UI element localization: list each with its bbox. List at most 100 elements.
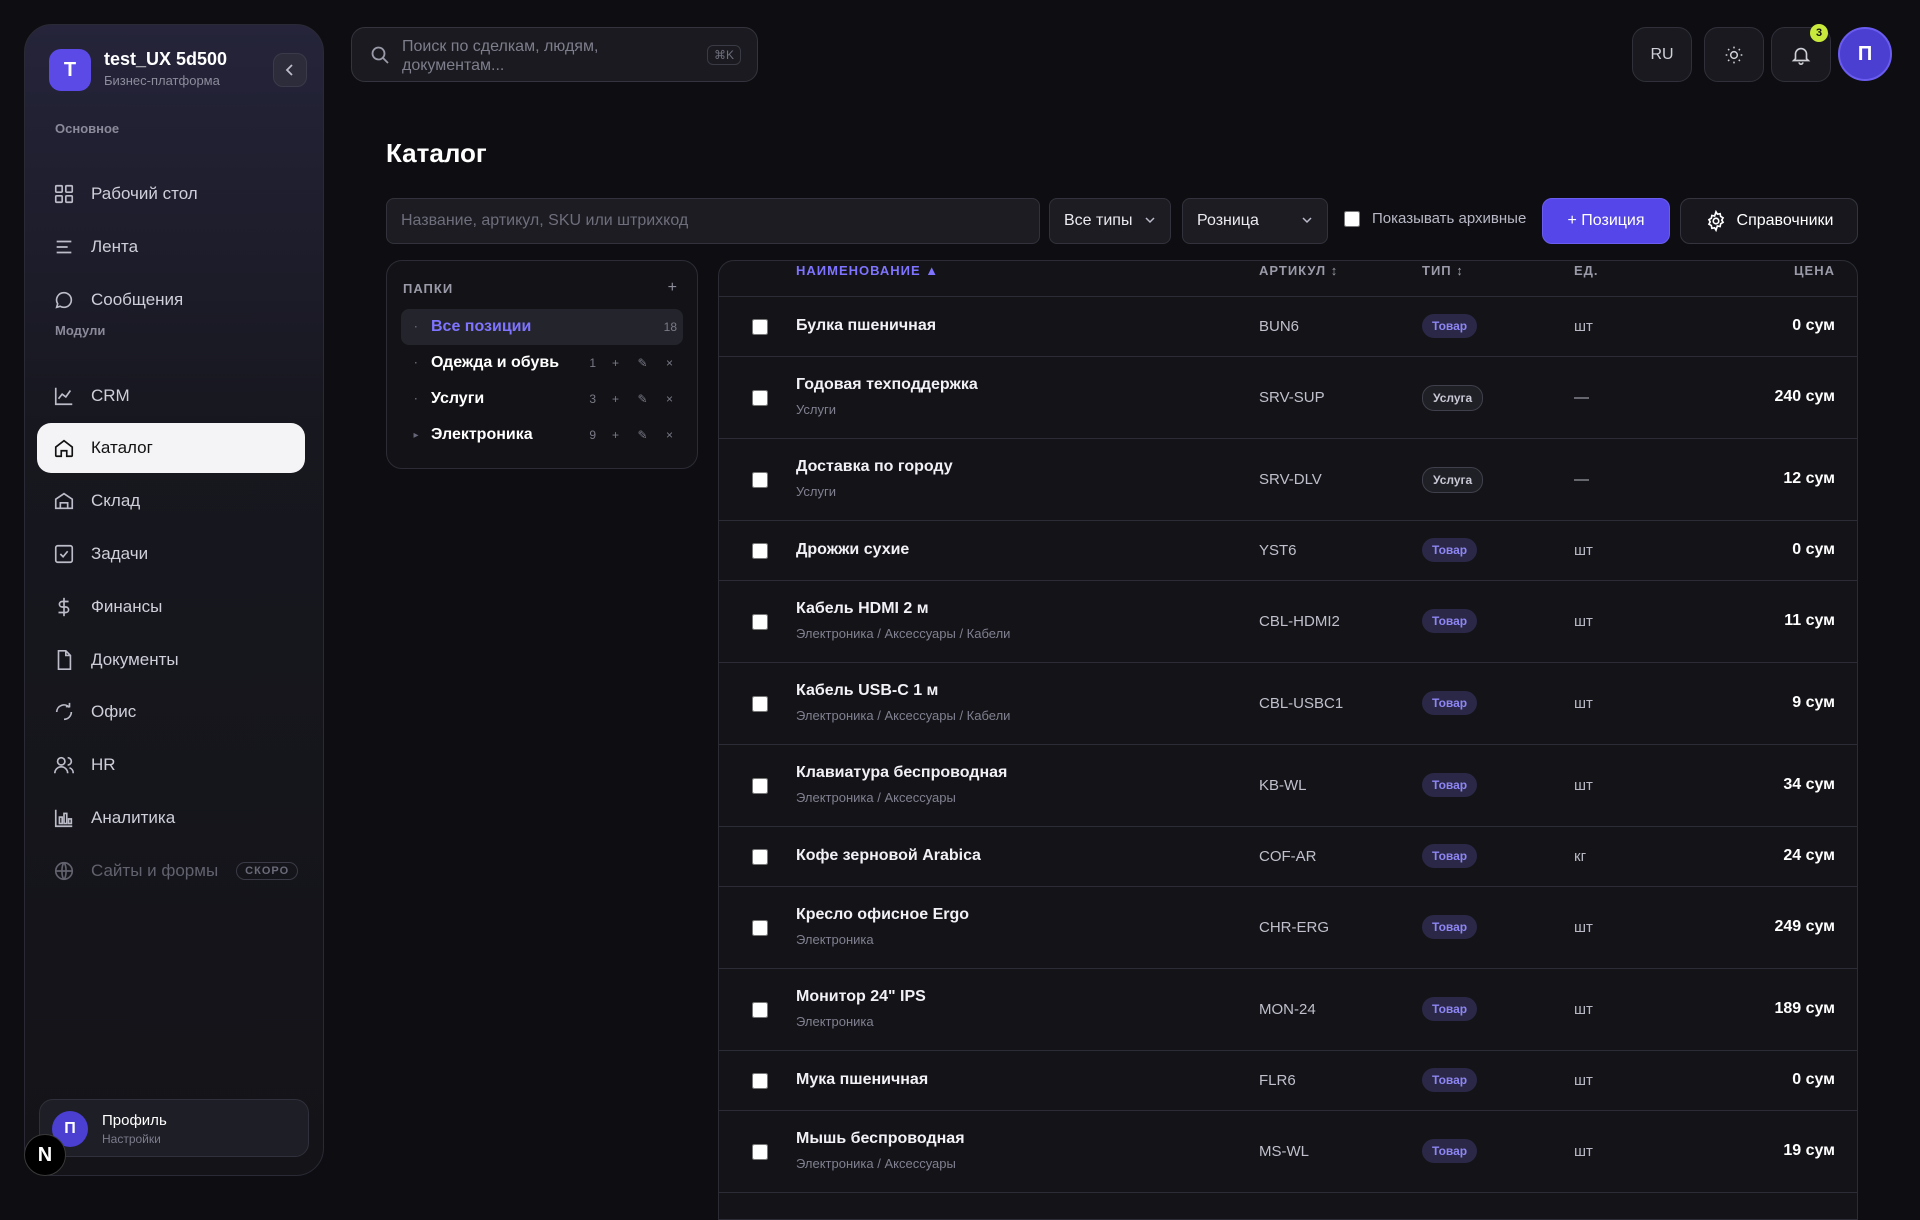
table-row[interactable]: Кабель USB-C 1 м Электроника / Аксессуары… — [719, 663, 1857, 745]
dev-tools-badge[interactable]: N — [24, 1134, 66, 1176]
item-name[interactable]: Мука пшеничная — [796, 1071, 928, 1089]
type-filter-select[interactable]: Все типы — [1049, 198, 1171, 244]
sidebar-item-finance[interactable]: Финансы — [37, 582, 305, 632]
user-avatar[interactable]: П — [1838, 27, 1892, 81]
row-checkbox[interactable] — [752, 1002, 768, 1018]
table-row[interactable]: Кресло офисное Ergo Электроника CHR-ERG Тов… — [719, 887, 1857, 969]
catalog-search-input[interactable] — [386, 198, 1040, 244]
home-icon — [54, 439, 74, 458]
item-type-badge: Товар — [1422, 1068, 1478, 1092]
edit-folder-button[interactable]: ✎ — [629, 428, 656, 442]
item-name[interactable]: Кабель HDMI 2 м — [796, 600, 929, 618]
add-subfolder-button[interactable]: + — [602, 428, 629, 442]
table-row[interactable]: Годовая техподдержка Услуги SRV-SUP Услуга —… — [719, 357, 1857, 439]
theme-toggle-button[interactable] — [1704, 27, 1764, 82]
price-type-select[interactable]: Розница — [1182, 198, 1328, 244]
row-checkbox[interactable] — [752, 920, 768, 936]
table-row[interactable]: Мышь беспроводная Электроника / Аксессуар… — [719, 1111, 1857, 1193]
add-folder-button[interactable]: + — [668, 279, 677, 297]
item-type-badge: Услуга — [1422, 385, 1484, 411]
folder-item-electronics[interactable]: ▸ Электроника 9 + ✎ × — [401, 417, 683, 453]
table-row[interactable]: Мука пшеничная FLR6 Товар шт 0 сум — [719, 1051, 1857, 1111]
folder-item-all[interactable]: · Все позиции 18 — [401, 309, 683, 345]
table-row[interactable]: Кабель HDMI 2 м Электроника / Аксессуары … — [719, 581, 1857, 663]
sidebar-item-label: Лента — [91, 237, 139, 256]
references-button[interactable]: Справочники — [1680, 198, 1858, 244]
add-item-button[interactable]: + Позиция — [1542, 198, 1670, 244]
delete-folder-button[interactable]: × — [656, 356, 683, 370]
table-row[interactable]: Клавиатура беспроводная Электроника / Акс… — [719, 745, 1857, 827]
delete-folder-button[interactable]: × — [656, 392, 683, 406]
sidebar-item-documents[interactable]: Документы — [37, 635, 305, 685]
sidebar-item-feed[interactable]: Лента — [37, 222, 305, 272]
add-subfolder-button[interactable]: + — [602, 392, 629, 406]
sidebar-item-crm[interactable]: CRM — [37, 371, 305, 421]
globe-icon — [54, 861, 74, 881]
item-name[interactable]: Кресло офисное Ergo — [796, 906, 969, 924]
folder-item-services[interactable]: · Услуги 3 + ✎ × — [401, 381, 683, 417]
sidebar-item-hr[interactable]: HR — [37, 740, 305, 790]
table-row[interactable]: Дрожжи сухие YST6 Товар шт 0 сум — [719, 521, 1857, 581]
row-checkbox[interactable] — [752, 319, 768, 335]
item-sku: FLR6 — [1259, 1072, 1296, 1089]
item-name[interactable]: Доставка по городу — [796, 458, 953, 476]
sidebar-item-tasks[interactable]: Задачи — [37, 529, 305, 579]
show-archived-checkbox[interactable] — [1344, 210, 1360, 227]
edit-folder-button[interactable]: ✎ — [629, 392, 656, 406]
row-checkbox[interactable] — [752, 778, 768, 794]
workspace-name: test_UX 5d500 — [104, 49, 228, 69]
item-name[interactable]: Булка пшеничная — [796, 317, 936, 335]
row-checkbox[interactable] — [752, 543, 768, 559]
item-name[interactable]: Кабель USB-C 1 м — [796, 682, 938, 700]
row-checkbox[interactable] — [752, 849, 768, 865]
sidebar-item-warehouse[interactable]: Склад — [37, 476, 305, 526]
show-archived-toggle[interactable]: Показывать архивные — [1344, 210, 1526, 227]
table-row[interactable]: Кофе зерновой Arabica COF-AR Товар кг 24 сум — [719, 827, 1857, 887]
item-price: 240 сум — [1774, 388, 1835, 405]
expand-caret-icon[interactable]: ▸ — [401, 430, 431, 441]
row-checkbox[interactable] — [752, 614, 768, 630]
folder-name: Электроника — [431, 426, 533, 443]
column-header-name[interactable]: НАИМЕНОВАНИЕ ▲ — [796, 263, 939, 278]
chevron-down-icon — [1145, 217, 1155, 224]
row-checkbox[interactable] — [752, 696, 768, 712]
row-checkbox[interactable] — [752, 472, 768, 488]
collapse-sidebar-button[interactable] — [273, 53, 307, 87]
table-row[interactable]: Монитор 24" IPS Электроника MON-24 Товар шт 1… — [719, 969, 1857, 1051]
sidebar-item-messages[interactable]: Сообщения — [37, 275, 305, 325]
document-icon — [57, 650, 72, 670]
sidebar-item-analytics[interactable]: Аналитика — [37, 793, 305, 843]
item-name[interactable]: Мышь беспроводная — [796, 1130, 965, 1148]
brand[interactable]: T test_UX 5d500 Бизнес-платформа — [49, 47, 301, 93]
row-checkbox[interactable] — [752, 1144, 768, 1160]
profile-subtitle: Настройки — [102, 1132, 161, 1146]
column-header-type[interactable]: ТИП ↕ — [1422, 263, 1464, 278]
section-label-main: Основное — [55, 121, 120, 136]
add-subfolder-button[interactable]: + — [602, 356, 629, 370]
item-name[interactable]: Дрожжи сухие — [796, 541, 909, 559]
dashboard-icon — [54, 184, 74, 204]
profile-card[interactable]: П Профиль Настройки — [39, 1099, 309, 1157]
sidebar-item-dashboard[interactable]: Рабочий стол — [37, 169, 305, 219]
table-row[interactable]: Булка пшеничная BUN6 Товар шт 0 сум — [719, 297, 1857, 357]
folder-bullet-icon: · — [414, 321, 418, 333]
column-header-sku[interactable]: АРТИКУЛ ↕ — [1259, 263, 1338, 278]
delete-folder-button[interactable]: × — [656, 428, 683, 442]
folder-count: 1 — [589, 356, 596, 370]
sidebar-item-catalog[interactable]: Каталог — [37, 423, 305, 473]
sidebar-item-office[interactable]: Офис — [37, 687, 305, 737]
row-checkbox[interactable] — [752, 1073, 768, 1089]
notifications-button[interactable]: 3 — [1771, 24, 1831, 82]
global-search[interactable]: Поиск по сделкам, людям, документам... ⌘… — [351, 27, 758, 82]
item-name[interactable]: Клавиатура беспроводная — [796, 764, 1007, 782]
row-checkbox[interactable] — [752, 390, 768, 406]
item-name[interactable]: Годовая техподдержка — [796, 376, 978, 394]
table-row[interactable]: Доставка по городу Услуги SRV-DLV Услуга — 12… — [719, 439, 1857, 521]
sidebar-item-sites-forms: Сайты и формы СКОРО — [37, 846, 305, 896]
language-button[interactable]: RU — [1632, 27, 1692, 82]
folder-item-clothing[interactable]: · Одежда и обувь 1 + ✎ × — [401, 345, 683, 381]
item-name[interactable]: Кофе зерновой Arabica — [796, 847, 981, 865]
item-name[interactable]: Монитор 24" IPS — [796, 988, 926, 1006]
edit-folder-button[interactable]: ✎ — [629, 356, 656, 370]
sidebar-item-label: Склад — [91, 491, 141, 510]
